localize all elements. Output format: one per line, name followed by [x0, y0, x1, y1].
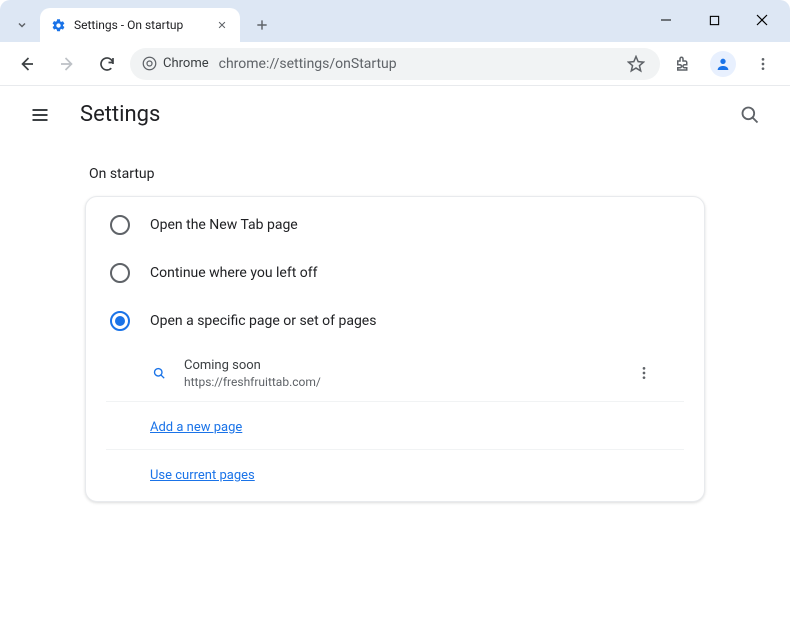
page-title: Settings [80, 102, 710, 127]
gear-icon [50, 17, 66, 33]
tab-strip: Settings - On startup [12, 8, 646, 42]
window-minimize-button[interactable] [646, 6, 686, 34]
star-icon [627, 55, 645, 73]
radio-label: Open the New Tab page [150, 217, 298, 233]
page-more-button[interactable] [628, 357, 660, 389]
settings-content: On startup Open the New Tab page Continu… [0, 144, 790, 502]
kebab-icon [755, 56, 771, 72]
settings-header: Settings [0, 86, 790, 144]
tab-close-button[interactable] [214, 17, 230, 33]
startup-page-url: https://freshfruittab.com/ [184, 375, 612, 389]
forward-button[interactable] [50, 47, 84, 81]
radio-new-tab[interactable]: Open the New Tab page [86, 201, 704, 249]
plus-icon [255, 18, 269, 32]
browser-titlebar: Settings - On startup [0, 0, 790, 42]
window-maximize-button[interactable] [694, 6, 734, 34]
radio-icon [110, 311, 130, 331]
avatar-icon [710, 51, 736, 77]
reload-icon [98, 55, 116, 73]
hamburger-icon [30, 105, 50, 125]
window-close-button[interactable] [742, 6, 782, 34]
browser-tab[interactable]: Settings - On startup [40, 8, 240, 42]
kebab-icon [636, 365, 652, 381]
puzzle-icon [674, 55, 692, 73]
startup-page-info: Coming soon https://freshfruittab.com/ [184, 358, 612, 389]
add-page-link[interactable]: Add a new page [150, 420, 242, 435]
settings-menu-button[interactable] [20, 95, 60, 135]
close-icon [217, 20, 227, 30]
radio-icon [110, 263, 130, 283]
site-chip[interactable]: Chrome [142, 56, 209, 71]
startup-page-row: Coming soon https://freshfruittab.com/ [106, 345, 684, 402]
startup-page-title: Coming soon [184, 358, 612, 373]
bookmark-button[interactable] [624, 52, 648, 76]
site-chip-label: Chrome [163, 56, 209, 71]
profile-button[interactable] [706, 47, 740, 81]
tab-title: Settings - On startup [74, 18, 206, 32]
radio-label: Open a specific page or set of pages [150, 313, 376, 329]
extensions-button[interactable] [666, 47, 700, 81]
window-controls [646, 6, 782, 34]
search-icon [740, 105, 760, 125]
radio-specific-pages[interactable]: Open a specific page or set of pages [86, 297, 704, 345]
url-input[interactable] [219, 56, 614, 72]
radio-icon [110, 215, 130, 235]
arrow-left-icon [18, 55, 36, 73]
chrome-icon [142, 56, 157, 71]
radio-label: Continue where you left off [150, 265, 318, 281]
back-button[interactable] [10, 47, 44, 81]
use-current-link[interactable]: Use current pages [150, 468, 255, 483]
search-icon [150, 364, 168, 382]
radio-continue[interactable]: Continue where you left off [86, 249, 704, 297]
on-startup-panel: On startup Open the New Tab page Continu… [85, 156, 705, 502]
startup-card: Open the New Tab page Continue where you… [85, 196, 705, 502]
add-page-row: Add a new page [86, 402, 704, 449]
chevron-down-icon [16, 19, 28, 31]
maximize-icon [709, 15, 720, 26]
close-icon [756, 14, 768, 26]
new-tab-button[interactable] [248, 11, 276, 39]
menu-button[interactable] [746, 47, 780, 81]
minimize-icon [660, 14, 672, 26]
reload-button[interactable] [90, 47, 124, 81]
settings-search-button[interactable] [730, 95, 770, 135]
use-current-row: Use current pages [86, 450, 704, 497]
address-bar[interactable]: Chrome [130, 48, 660, 80]
browser-toolbar: Chrome [0, 42, 790, 86]
section-title: On startup [85, 156, 705, 196]
arrow-right-icon [58, 55, 76, 73]
tab-search-button[interactable] [12, 15, 32, 35]
